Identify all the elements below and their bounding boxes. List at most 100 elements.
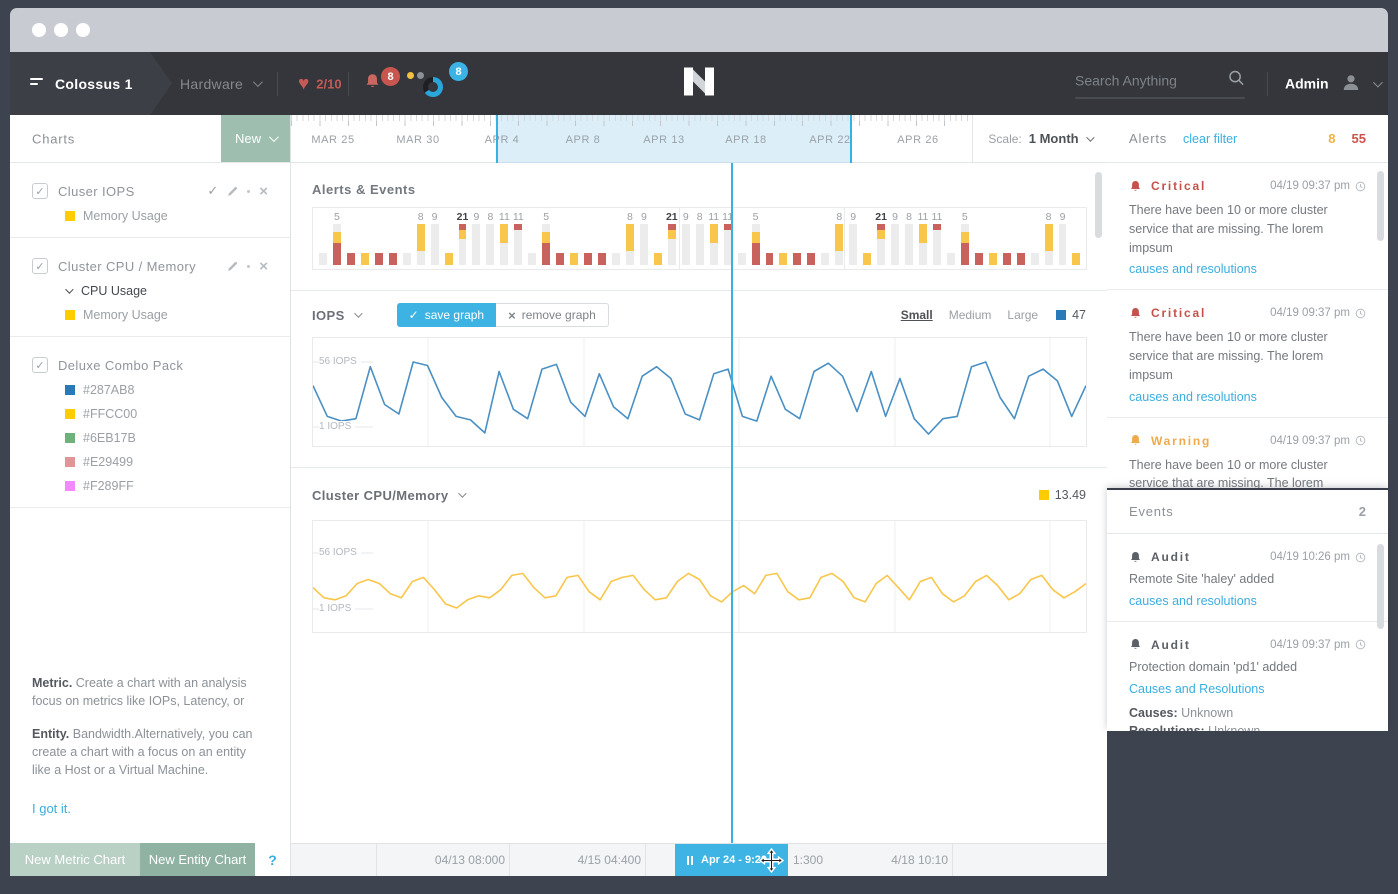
histogram-bar[interactable]: 21 bbox=[459, 208, 467, 269]
histogram-bar[interactable] bbox=[807, 208, 815, 269]
new-chart-button[interactable]: New bbox=[221, 115, 290, 162]
histogram-bar[interactable] bbox=[738, 208, 746, 269]
histogram-bar[interactable]: 8 bbox=[905, 208, 913, 269]
histogram-bar[interactable]: 5 bbox=[752, 208, 760, 269]
histogram-bar[interactable] bbox=[1072, 208, 1080, 269]
histogram-bar[interactable] bbox=[570, 208, 578, 269]
histogram-bar[interactable]: 8 bbox=[417, 208, 425, 269]
scrollbar-thumb[interactable] bbox=[1377, 171, 1384, 241]
histogram-bar[interactable] bbox=[598, 208, 606, 269]
histogram-bar[interactable] bbox=[821, 208, 829, 269]
histogram-bar[interactable] bbox=[793, 208, 801, 269]
new-entity-chart-button[interactable]: New Entity Chart bbox=[140, 843, 255, 876]
histogram-bar[interactable]: 9 bbox=[431, 208, 439, 269]
histogram-bar[interactable]: 11 bbox=[710, 208, 718, 269]
chart-checkbox[interactable]: ✓ bbox=[32, 258, 48, 274]
histogram-bar[interactable] bbox=[403, 208, 411, 269]
causes-resolutions-link[interactable]: causes and resolutions bbox=[1129, 262, 1257, 276]
save-graph-button[interactable]: ✓ save graph bbox=[397, 303, 496, 327]
histogram-bar[interactable]: 8 bbox=[1045, 208, 1053, 269]
close-icon[interactable]: × bbox=[259, 184, 268, 199]
time-scrubber-bar[interactable]: Apr 24 - 9:20 04/13 08:0004/15 04:4001:3… bbox=[291, 843, 1107, 876]
iops-title-dropdown[interactable]: IOPS bbox=[312, 308, 360, 323]
edit-icon[interactable] bbox=[227, 261, 238, 272]
histogram-bar[interactable]: 8 bbox=[696, 208, 704, 269]
chart-metric-item[interactable]: #FFCC00 bbox=[65, 407, 268, 421]
alerts-events-histogram[interactable]: 589219811115892198111158921981111589 bbox=[312, 207, 1087, 270]
histogram-bar[interactable]: 21 bbox=[877, 208, 885, 269]
menu-icon[interactable] bbox=[30, 78, 43, 88]
clear-filter-link[interactable]: clear filter bbox=[1183, 132, 1237, 146]
histogram-bar[interactable] bbox=[528, 208, 536, 269]
histogram-bar[interactable]: 9 bbox=[640, 208, 648, 269]
histogram-bar[interactable] bbox=[389, 208, 397, 269]
nutanix-logo[interactable] bbox=[684, 67, 714, 100]
scale-selector[interactable]: Scale: 1 Month bbox=[972, 115, 1107, 162]
histogram-bar[interactable]: 11 bbox=[933, 208, 941, 269]
chart-metric-item[interactable]: #6EB17B bbox=[65, 431, 268, 445]
histogram-bar[interactable]: 8 bbox=[835, 208, 843, 269]
histogram-bar[interactable]: 9 bbox=[682, 208, 690, 269]
histogram-bar[interactable] bbox=[1017, 208, 1025, 269]
histogram-bar[interactable] bbox=[556, 208, 564, 269]
time-cursor-line[interactable] bbox=[731, 163, 733, 843]
close-icon[interactable]: × bbox=[259, 259, 268, 274]
chart-metric-item[interactable]: Memory Usage bbox=[65, 308, 268, 322]
iops-chart[interactable]: 56 IOPS 1 IOPS bbox=[312, 337, 1087, 447]
critical-count[interactable]: 55 bbox=[1352, 131, 1366, 146]
histogram-bar[interactable] bbox=[766, 208, 774, 269]
alerts-bell-button[interactable] bbox=[364, 73, 381, 95]
cpu-memory-title-dropdown[interactable]: Cluster CPU/Memory bbox=[312, 488, 464, 503]
histogram-bar[interactable] bbox=[1003, 208, 1011, 269]
histogram-bar[interactable] bbox=[779, 208, 787, 269]
selection-handle-left[interactable] bbox=[496, 115, 498, 163]
chart-metric-item[interactable]: #287AB8 bbox=[65, 383, 268, 397]
help-button[interactable]: ? bbox=[255, 843, 290, 876]
chart-checkbox[interactable]: ✓ bbox=[32, 357, 48, 373]
chart-metric-item[interactable]: #E29499 bbox=[65, 455, 268, 469]
remove-graph-button[interactable]: × remove graph bbox=[496, 303, 609, 327]
histogram-bar[interactable]: 9 bbox=[849, 208, 857, 269]
histogram-bar[interactable]: 9 bbox=[1059, 208, 1067, 269]
alert-item[interactable]: Critical04/19 09:37 pmThere have been 10… bbox=[1107, 163, 1388, 289]
size-option-small[interactable]: Small bbox=[901, 308, 933, 322]
histogram-bar[interactable] bbox=[445, 208, 453, 269]
histogram-bar[interactable] bbox=[654, 208, 662, 269]
chart-metric-item[interactable]: Memory Usage bbox=[65, 209, 268, 223]
alert-item[interactable]: Critical04/19 09:37 pmThere have been 10… bbox=[1107, 289, 1388, 416]
histogram-bar[interactable]: 8 bbox=[626, 208, 634, 269]
window-control-dot[interactable] bbox=[54, 23, 68, 37]
histogram-bar[interactable]: 11 bbox=[514, 208, 522, 269]
event-item[interactable]: Audit04/19 09:37 pmProtection domain 'pd… bbox=[1107, 621, 1388, 731]
chart-metric-item[interactable]: #F289FF bbox=[65, 479, 268, 493]
histogram-bar[interactable]: 5 bbox=[961, 208, 969, 269]
scrollbar-thumb[interactable] bbox=[1377, 544, 1384, 629]
event-item[interactable]: Audit04/19 10:26 pmRemote Site 'haley' a… bbox=[1107, 534, 1388, 621]
warning-count[interactable]: 8 bbox=[1328, 131, 1335, 146]
apply-icon[interactable]: ✓ bbox=[207, 183, 218, 199]
histogram-bar[interactable] bbox=[612, 208, 620, 269]
tasks-spinner-icon[interactable] bbox=[423, 77, 443, 97]
histogram-bar[interactable] bbox=[584, 208, 592, 269]
chart-checkbox[interactable]: ✓ bbox=[32, 183, 48, 199]
dismiss-help-link[interactable]: I got it. bbox=[32, 800, 71, 819]
histogram-bar[interactable]: 5 bbox=[333, 208, 341, 269]
histogram-bar[interactable]: 8 bbox=[486, 208, 494, 269]
window-control-dot[interactable] bbox=[32, 23, 46, 37]
causes-resolutions-link[interactable]: causes and resolutions bbox=[1129, 390, 1257, 404]
chart-metric-item[interactable]: CPU Usage bbox=[65, 284, 268, 298]
task-count-badge[interactable]: 8 bbox=[449, 62, 468, 81]
histogram-bar[interactable] bbox=[361, 208, 369, 269]
histogram-bar[interactable] bbox=[947, 208, 955, 269]
histogram-bar[interactable]: 9 bbox=[891, 208, 899, 269]
edit-icon[interactable] bbox=[227, 186, 238, 197]
histogram-bar[interactable] bbox=[863, 208, 871, 269]
histogram-bar[interactable] bbox=[347, 208, 355, 269]
user-menu[interactable]: Admin bbox=[1285, 72, 1380, 95]
alert-count-badge[interactable]: 8 bbox=[381, 67, 400, 86]
histogram-bar[interactable] bbox=[319, 208, 327, 269]
alert-item[interactable]: Warning04/19 09:37 pmThere have been 10 … bbox=[1107, 417, 1388, 489]
causes-resolutions-link[interactable]: Causes and Resolutions bbox=[1129, 682, 1265, 696]
size-option-medium[interactable]: Medium bbox=[949, 308, 992, 322]
histogram-bar[interactable]: 11 bbox=[500, 208, 508, 269]
